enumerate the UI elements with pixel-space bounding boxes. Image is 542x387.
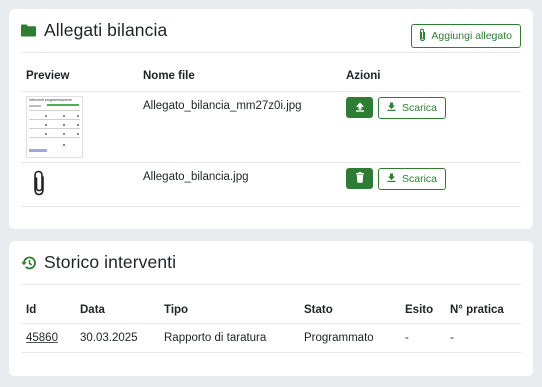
download-icon <box>387 173 396 185</box>
column-header-preview: Preview <box>26 70 70 82</box>
row-divider <box>21 162 521 163</box>
download-button[interactable]: Scarica <box>378 97 447 119</box>
intervention-outcome: - <box>405 332 409 344</box>
column-header-filename: Nome file <box>143 70 195 82</box>
delete-button[interactable] <box>346 168 373 189</box>
history-card: Storico interventi Id Data Tipo Stato Es… <box>9 241 533 376</box>
intervention-type: Rapporto di taratura <box>164 332 267 344</box>
intervention-id-link[interactable]: 45860 <box>26 332 58 344</box>
history-title: Storico interventi <box>44 252 177 272</box>
thumbnail-title: Interventi programmazione <box>29 98 72 102</box>
header-divider <box>21 91 521 92</box>
intervention-status: Programmato <box>304 332 374 344</box>
trash-icon <box>355 170 365 188</box>
column-header-status: Stato <box>304 304 333 316</box>
intervention-practice: - <box>450 332 454 344</box>
download-button[interactable]: Scarica <box>378 168 447 190</box>
download-label: Scarica <box>402 173 438 185</box>
attachment-filename[interactable]: Allegato_bilancia_mm27z0i.jpg <box>143 100 302 112</box>
attachment-filename[interactable]: Allegato_bilancia.jpg <box>143 171 249 183</box>
header-divider <box>21 323 521 324</box>
attachments-card: Allegati bilancia Aggiungi allegato Prev… <box>9 9 533 229</box>
column-header-outcome: Esito <box>405 304 434 316</box>
history-header: Storico interventi <box>21 241 521 285</box>
add-attachment-label: Aggiungi allegato <box>431 30 512 42</box>
attachments-title: Allegati bilancia <box>44 20 168 40</box>
intervention-date: 30.03.2025 <box>80 332 138 344</box>
row-divider <box>21 352 521 353</box>
download-label: Scarica <box>402 102 438 114</box>
attachments-header: Allegati bilancia Aggiungi allegato <box>21 9 521 53</box>
add-attachment-button[interactable]: Aggiungi allegato <box>411 24 521 48</box>
column-header-id: Id <box>26 304 37 316</box>
attachment-thumbnail[interactable]: Interventi programmazione <box>26 96 83 158</box>
paperclip-icon <box>418 28 427 45</box>
column-header-actions: Azioni <box>346 70 381 82</box>
history-icon <box>21 256 36 270</box>
row-divider <box>21 206 521 207</box>
column-header-practice: N° pratica <box>450 304 504 316</box>
upload-button[interactable] <box>346 97 373 118</box>
paperclip-icon <box>31 170 47 201</box>
column-header-date: Data <box>80 304 105 316</box>
upload-icon <box>355 99 365 117</box>
column-header-type: Tipo <box>164 304 189 316</box>
download-icon <box>387 102 396 114</box>
folder-icon <box>21 24 36 37</box>
